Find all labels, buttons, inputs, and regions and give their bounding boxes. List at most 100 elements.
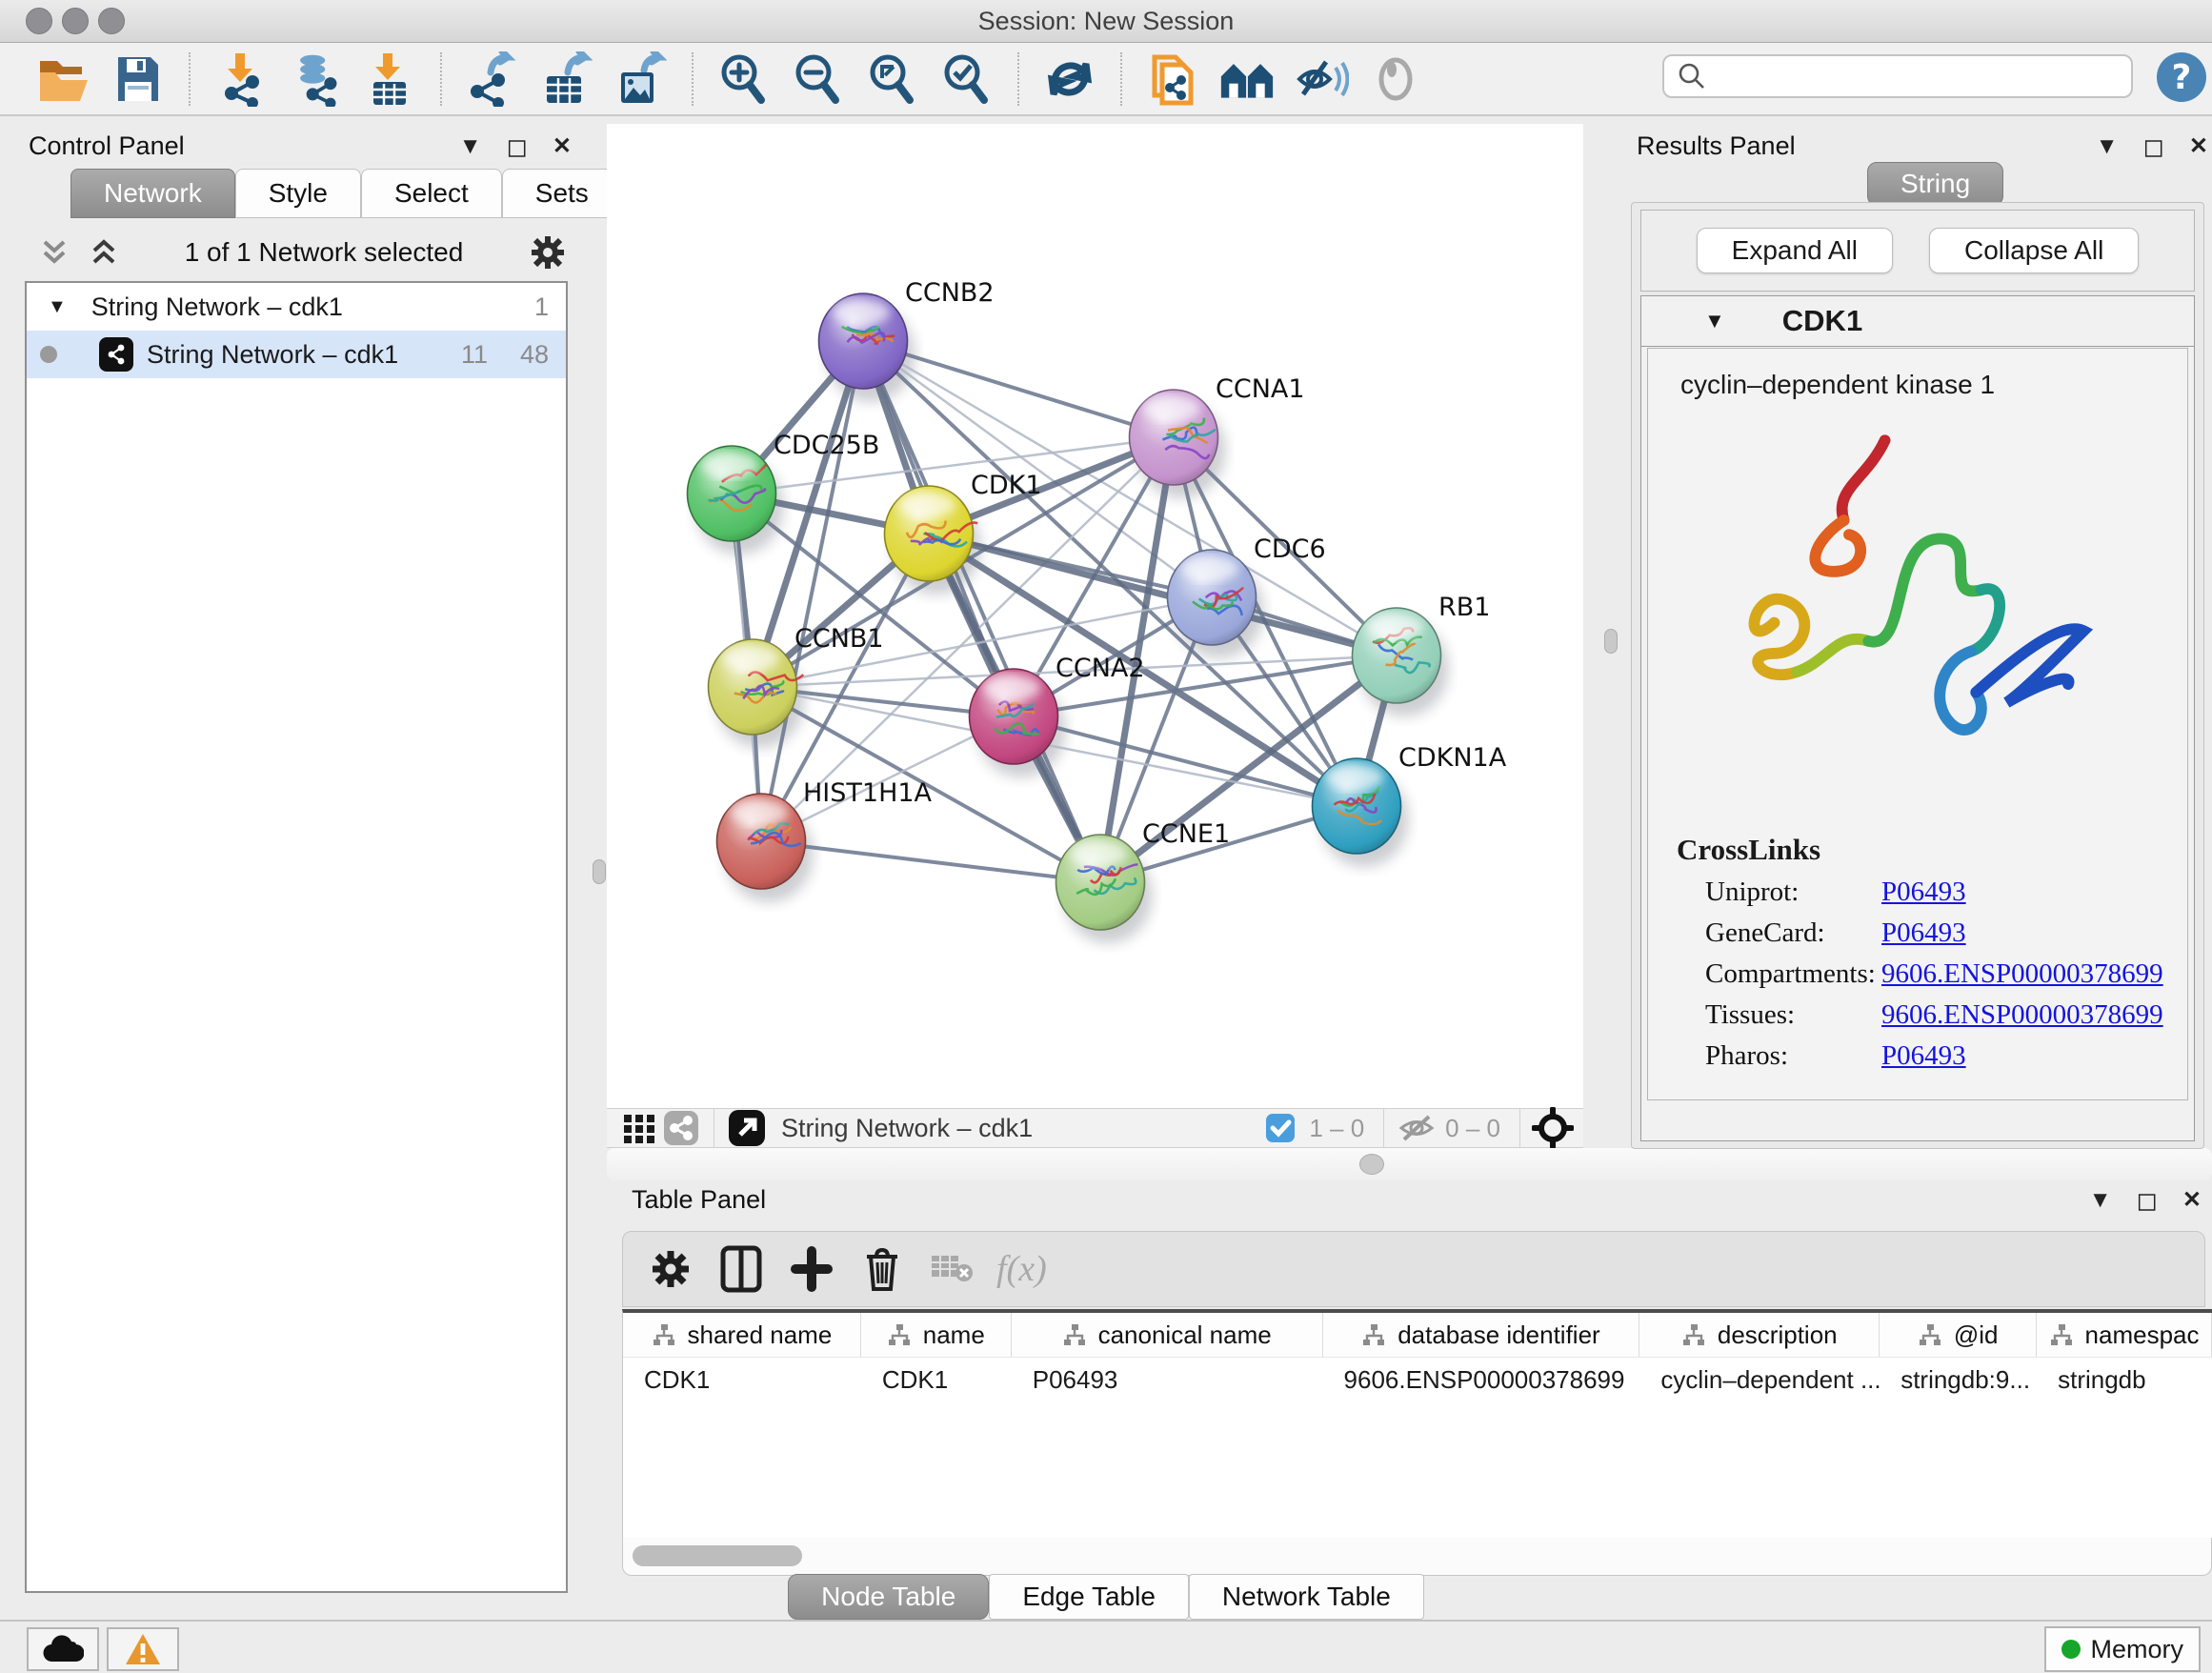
detail-eye-icon[interactable]: [1368, 51, 1423, 107]
export-network-icon[interactable]: [465, 51, 520, 107]
expand-all-icon[interactable]: [88, 236, 120, 269]
crosslink-link[interactable]: 9606.ENSP00000378699: [1881, 958, 2163, 990]
expand-all-button[interactable]: Expand All: [1697, 228, 1893, 273]
tab-network-table[interactable]: Network Table: [1189, 1574, 1424, 1620]
column-header-canonical-name[interactable]: canonical name: [1012, 1313, 1323, 1357]
zoom-selected-icon[interactable]: [939, 51, 995, 107]
table-cell[interactable]: stringdb:9...: [1880, 1365, 2037, 1395]
tab-string[interactable]: String: [1867, 162, 2003, 206]
column-header--id[interactable]: @id: [1880, 1313, 2037, 1357]
search-box[interactable]: [1662, 54, 2133, 98]
selected-checkbox-icon[interactable]: [1259, 1109, 1301, 1147]
add-column-icon[interactable]: [785, 1242, 838, 1296]
zoom-fit-icon[interactable]: [865, 51, 920, 107]
results-panel-close-icon[interactable]: ✕: [2189, 135, 2208, 158]
open-session-icon[interactable]: [36, 51, 91, 107]
node-CCNA2[interactable]: [970, 669, 1058, 764]
table-cell[interactable]: CDK1: [861, 1365, 1012, 1395]
crosslink-link[interactable]: P06493: [1881, 1040, 1966, 1072]
table-panel-menu-icon[interactable]: ▼: [2089, 1189, 2112, 1212]
table-cell[interactable]: P06493: [1012, 1365, 1323, 1395]
hide-graphics-icon[interactable]: [1294, 51, 1349, 107]
crosslink-link[interactable]: P06493: [1881, 877, 1966, 908]
control-panel-menu-icon[interactable]: ▼: [459, 135, 482, 158]
results-panel-float-icon[interactable]: ◻: [2142, 135, 2163, 158]
cloud-button[interactable]: [27, 1627, 99, 1671]
column-header-name[interactable]: name: [861, 1313, 1012, 1357]
node-CDC25B[interactable]: [688, 446, 776, 541]
control-panel-float-icon[interactable]: ◻: [506, 135, 527, 158]
tab-network[interactable]: Network: [70, 169, 235, 218]
results-entry-header[interactable]: ▼ CDK1: [1641, 296, 2194, 347]
table-cell[interactable]: CDK1: [623, 1365, 861, 1395]
table-scrollbar-thumb[interactable]: [633, 1545, 802, 1566]
import-network-database-icon[interactable]: [288, 51, 343, 107]
function-icon[interactable]: f(x): [996, 1242, 1047, 1296]
table-panel-close-icon[interactable]: ✕: [2182, 1189, 2202, 1212]
export-image-icon[interactable]: [613, 51, 669, 107]
horizontal-splitter-handle[interactable]: [1359, 1154, 1384, 1175]
minimize-window-icon[interactable]: [62, 8, 89, 34]
gear-icon[interactable]: [644, 1242, 697, 1296]
column-header-shared-name[interactable]: shared name: [623, 1313, 861, 1357]
delete-column-icon[interactable]: [855, 1242, 909, 1296]
network-share-icon[interactable]: [660, 1109, 702, 1147]
table-cell[interactable]: stringdb: [2037, 1365, 2212, 1395]
node-CCNE1[interactable]: [1056, 835, 1145, 930]
crosslink-link[interactable]: P06493: [1881, 917, 1966, 949]
edge-CDK1-RB1[interactable]: [929, 534, 1397, 655]
entry-disclosure-icon[interactable]: ▼: [1704, 309, 1725, 333]
open-in-window-icon[interactable]: [726, 1109, 768, 1147]
node-RB1[interactable]: [1353, 608, 1441, 703]
node-CDC6[interactable]: [1168, 550, 1257, 645]
node-table[interactable]: shared namenamecanonical namedatabase id…: [622, 1309, 2212, 1538]
results-panel-menu-icon[interactable]: ▼: [2096, 135, 2119, 158]
node-CCNA1[interactable]: [1130, 390, 1218, 485]
network-canvas[interactable]: CCNB2CCNA1CDC25BCDK1CDC6RB1CCNB1CCNA2CDK…: [607, 124, 1583, 1108]
column-header-description[interactable]: description: [1639, 1313, 1880, 1357]
table-cell[interactable]: 9606.ENSP00000378699: [1323, 1365, 1640, 1395]
delete-table-icon[interactable]: [926, 1242, 979, 1296]
table-row[interactable]: CDK1CDK1P064939606.ENSP00000378699cyclin…: [623, 1357, 2212, 1401]
control-panel-close-icon[interactable]: ✕: [553, 135, 572, 158]
tab-node-table[interactable]: Node Table: [788, 1574, 989, 1620]
horizontal-splitter[interactable]: [607, 1148, 2212, 1180]
node-HIST1H1A[interactable]: [717, 794, 806, 889]
save-session-icon[interactable]: [111, 51, 166, 107]
table-cell[interactable]: cyclin–dependent ...: [1639, 1365, 1880, 1395]
tab-sets[interactable]: Sets: [502, 169, 622, 218]
columns-icon[interactable]: [714, 1242, 768, 1296]
tab-select[interactable]: Select: [361, 169, 502, 218]
collapse-all-icon[interactable]: [38, 236, 70, 269]
table-panel-float-icon[interactable]: ◻: [2136, 1189, 2157, 1212]
import-table-file-icon[interactable]: [362, 51, 417, 107]
warning-button[interactable]: [107, 1627, 179, 1671]
help-button[interactable]: ?: [2155, 50, 2208, 104]
node-CCNB2[interactable]: [819, 293, 908, 389]
zoom-out-icon[interactable]: [791, 51, 846, 107]
close-window-icon[interactable]: [26, 8, 52, 34]
network-tree-row[interactable]: ▼String Network – cdk11: [27, 283, 566, 331]
network-tree-row[interactable]: String Network – cdk11148: [27, 331, 566, 378]
edge-CCNB2-HIST1H1A[interactable]: [761, 341, 863, 841]
import-network-file-icon[interactable]: [213, 51, 269, 107]
node-CDKN1A[interactable]: [1313, 758, 1401, 854]
memory-button[interactable]: Memory: [2044, 1626, 2201, 1672]
collapse-all-button[interactable]: Collapse All: [1929, 228, 2139, 273]
crosslink-link[interactable]: 9606.ENSP00000378699: [1881, 999, 2163, 1031]
search-input[interactable]: [1718, 61, 2131, 92]
network-options-gear-icon[interactable]: [528, 232, 568, 272]
share-document-icon[interactable]: [1145, 51, 1200, 107]
column-header-namespac[interactable]: namespac: [2037, 1313, 2212, 1357]
crosshair-icon[interactable]: [1532, 1109, 1574, 1147]
right-splitter-handle[interactable]: [1604, 629, 1618, 654]
zoom-window-icon[interactable]: [98, 8, 125, 34]
hidden-eye-icon[interactable]: [1396, 1109, 1438, 1147]
edge-CCNB2-CCNA1[interactable]: [863, 341, 1174, 437]
refresh-icon[interactable]: [1042, 51, 1097, 107]
zoom-in-icon[interactable]: [716, 51, 772, 107]
tab-style[interactable]: Style: [235, 169, 361, 218]
export-table-icon[interactable]: [539, 51, 594, 107]
string-home-icon[interactable]: [1219, 51, 1275, 107]
grid-view-icon[interactable]: [618, 1109, 660, 1147]
